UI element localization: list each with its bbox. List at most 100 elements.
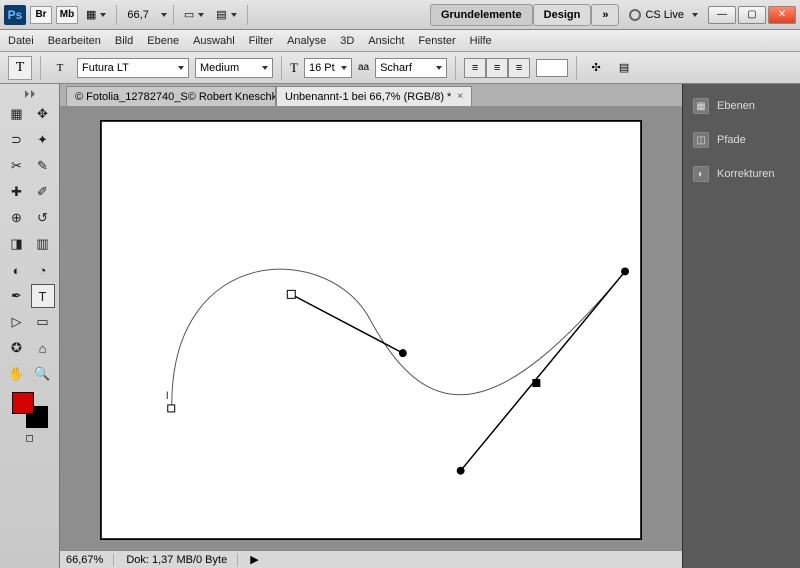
zoom-tool[interactable]: 🔍 (31, 362, 55, 386)
3d-tool[interactable]: ✪ (5, 336, 29, 360)
lasso-tool[interactable]: ⊃ (5, 128, 29, 152)
pen-tool[interactable]: ✒ (5, 284, 29, 308)
canvas[interactable]: I (101, 121, 641, 539)
chevron-down-icon (692, 13, 698, 17)
menu-bild[interactable]: Bild (115, 35, 133, 47)
menu-auswahl[interactable]: Auswahl (193, 35, 235, 47)
separator (40, 56, 41, 80)
menu-filter[interactable]: Filter (249, 35, 273, 47)
antialias-combo[interactable]: Scharf (375, 58, 447, 78)
hand-tool[interactable]: ✋ (5, 362, 29, 386)
document-area: © Fotolia_12782740_S© Robert Kneschke - … (60, 84, 682, 568)
menu-hilfe[interactable]: Hilfe (470, 35, 492, 47)
close-button[interactable]: ✕ (768, 6, 796, 24)
stamp-tool[interactable]: ⊕ (5, 206, 29, 230)
chevron-down-icon (341, 66, 347, 70)
status-bar: 66,67% Dok: 1,37 MB/0 Byte ▶ (60, 550, 682, 568)
font-size-combo[interactable]: 16 Pt (304, 58, 352, 78)
menu-ansicht[interactable]: Ansicht (368, 35, 404, 47)
quickmask-button[interactable]: ◻ (19, 428, 41, 448)
align-left-button[interactable]: ≡ (464, 58, 486, 78)
color-picker[interactable] (12, 392, 48, 428)
chevron-down-icon (436, 66, 442, 70)
align-right-button[interactable]: ≡ (508, 58, 530, 78)
menu-ebene[interactable]: Ebene (147, 35, 179, 47)
adjustments-icon: ◐ (693, 166, 709, 182)
current-tool-icon[interactable]: T (8, 56, 32, 80)
arrange-button[interactable]: ▭ (180, 5, 208, 25)
minibridge-button[interactable]: Mb (56, 6, 78, 24)
toolbox-collapse-icon[interactable] (19, 90, 41, 98)
shape-tool[interactable]: ▭ (31, 310, 55, 334)
align-center-button[interactable]: ≡ (486, 58, 508, 78)
photoshop-logo: Ps (4, 5, 26, 25)
path-select-tool[interactable]: ▷ (5, 310, 29, 334)
font-weight-combo[interactable]: Medium (195, 58, 273, 78)
panel-dock: ▦ Ebenen ◫ Pfade ◐ Korrekturen (682, 84, 800, 568)
marquee-tool[interactable]: ▦ (5, 102, 29, 126)
extras-button[interactable]: ▤ (212, 5, 240, 25)
menu-datei[interactable]: Datei (8, 35, 34, 47)
maximize-button[interactable]: ▢ (738, 6, 766, 24)
brush-tool[interactable]: ✐ (31, 180, 55, 204)
chevron-down-icon (262, 66, 268, 70)
blur-tool[interactable]: ◐ (5, 258, 29, 282)
workspace-more[interactable]: » (591, 4, 619, 26)
paths-icon: ◫ (693, 132, 709, 148)
app-titlebar: Ps Br Mb ▦ 66,7 ▭ ▤ Grundelemente Design… (0, 0, 800, 30)
separator (576, 56, 577, 80)
minimize-button[interactable]: — (708, 6, 736, 24)
menu-3d[interactable]: 3D (340, 35, 354, 47)
separator (281, 56, 282, 80)
foreground-color-swatch[interactable] (12, 392, 34, 414)
crop-tool[interactable]: ✂ (5, 154, 29, 178)
healing-tool[interactable]: ✚ (5, 180, 29, 204)
toolbox: ▦ ✥ ⊃ ✦ ✂ ✎ ✚ ✐ ⊕ ↺ ◨ ▥ ◐ ◔ ✒ T ▷ ▭ ✪ ⌂ … (0, 84, 60, 568)
separator (247, 5, 248, 25)
status-arrow-icon[interactable]: ▶ (250, 553, 258, 566)
fontsize-icon: T (290, 60, 298, 76)
menu-analyse[interactable]: Analyse (287, 35, 326, 47)
panel-ebenen[interactable]: ▦ Ebenen (683, 94, 800, 118)
menu-fenster[interactable]: Fenster (418, 35, 455, 47)
zoom-dropdown-icon[interactable] (161, 13, 167, 17)
panel-pfade[interactable]: ◫ Pfade (683, 128, 800, 152)
text-color-swatch[interactable] (536, 59, 568, 77)
cs-live[interactable]: CS Live (629, 9, 698, 21)
document-tab[interactable]: Unbenannt-1 bei 66,7% (RGB/8) *× (276, 86, 472, 106)
status-zoom[interactable]: 66,67% (66, 554, 114, 566)
warp-text-button[interactable]: ✣ (585, 58, 607, 78)
eyedropper-tool[interactable]: ✎ (31, 154, 55, 178)
menu-bearbeiten[interactable]: Bearbeiten (48, 35, 101, 47)
dodge-tool[interactable]: ◔ (31, 258, 55, 282)
move-tool[interactable]: ✥ (31, 102, 55, 126)
workspace-tab-grundelemente[interactable]: Grundelemente (430, 4, 533, 26)
text-align-group: ≡ ≡ ≡ (464, 58, 530, 78)
window-controls: — ▢ ✕ (708, 6, 796, 24)
3dcamera-tool[interactable]: ⌂ (31, 336, 55, 360)
panel-korrekturen[interactable]: ◐ Korrekturen (683, 162, 800, 186)
font-family-combo[interactable]: Futura LT (77, 58, 189, 78)
tool-grid: ▦ ✥ ⊃ ✦ ✂ ✎ ✚ ✐ ⊕ ↺ ◨ ▥ ◐ ◔ ✒ T ▷ ▭ ✪ ⌂ … (5, 102, 55, 386)
chevron-down-icon (178, 66, 184, 70)
status-docinfo[interactable]: Dok: 1,37 MB/0 Byte (126, 554, 238, 566)
document-tabs: © Fotolia_12782740_S© Robert Kneschke - … (60, 84, 682, 106)
type-tool[interactable]: T (31, 284, 55, 308)
zoom-level[interactable]: 66,7 (123, 9, 152, 21)
panel-label: Korrekturen (717, 168, 774, 180)
history-brush-tool[interactable]: ↺ (31, 206, 55, 230)
magicwand-tool[interactable]: ✦ (31, 128, 55, 152)
screenmode-button[interactable]: ▦ (82, 5, 110, 25)
close-icon[interactable]: × (457, 91, 463, 102)
character-panel-button[interactable]: ▤ (613, 58, 635, 78)
bridge-button[interactable]: Br (30, 6, 52, 24)
workspace-tab-design[interactable]: Design (533, 4, 592, 26)
pen-path: I (102, 122, 640, 538)
gradient-tool[interactable]: ▥ (31, 232, 55, 256)
separator (116, 5, 117, 25)
options-bar: T T Futura LT Medium T 16 Pt aa Scharf ≡… (0, 52, 800, 84)
text-orientation-button[interactable]: T (49, 58, 71, 78)
eraser-tool[interactable]: ◨ (5, 232, 29, 256)
document-tab[interactable]: © Fotolia_12782740_S© Robert Kneschke - … (66, 86, 276, 106)
canvas-viewport[interactable]: I (60, 106, 682, 550)
